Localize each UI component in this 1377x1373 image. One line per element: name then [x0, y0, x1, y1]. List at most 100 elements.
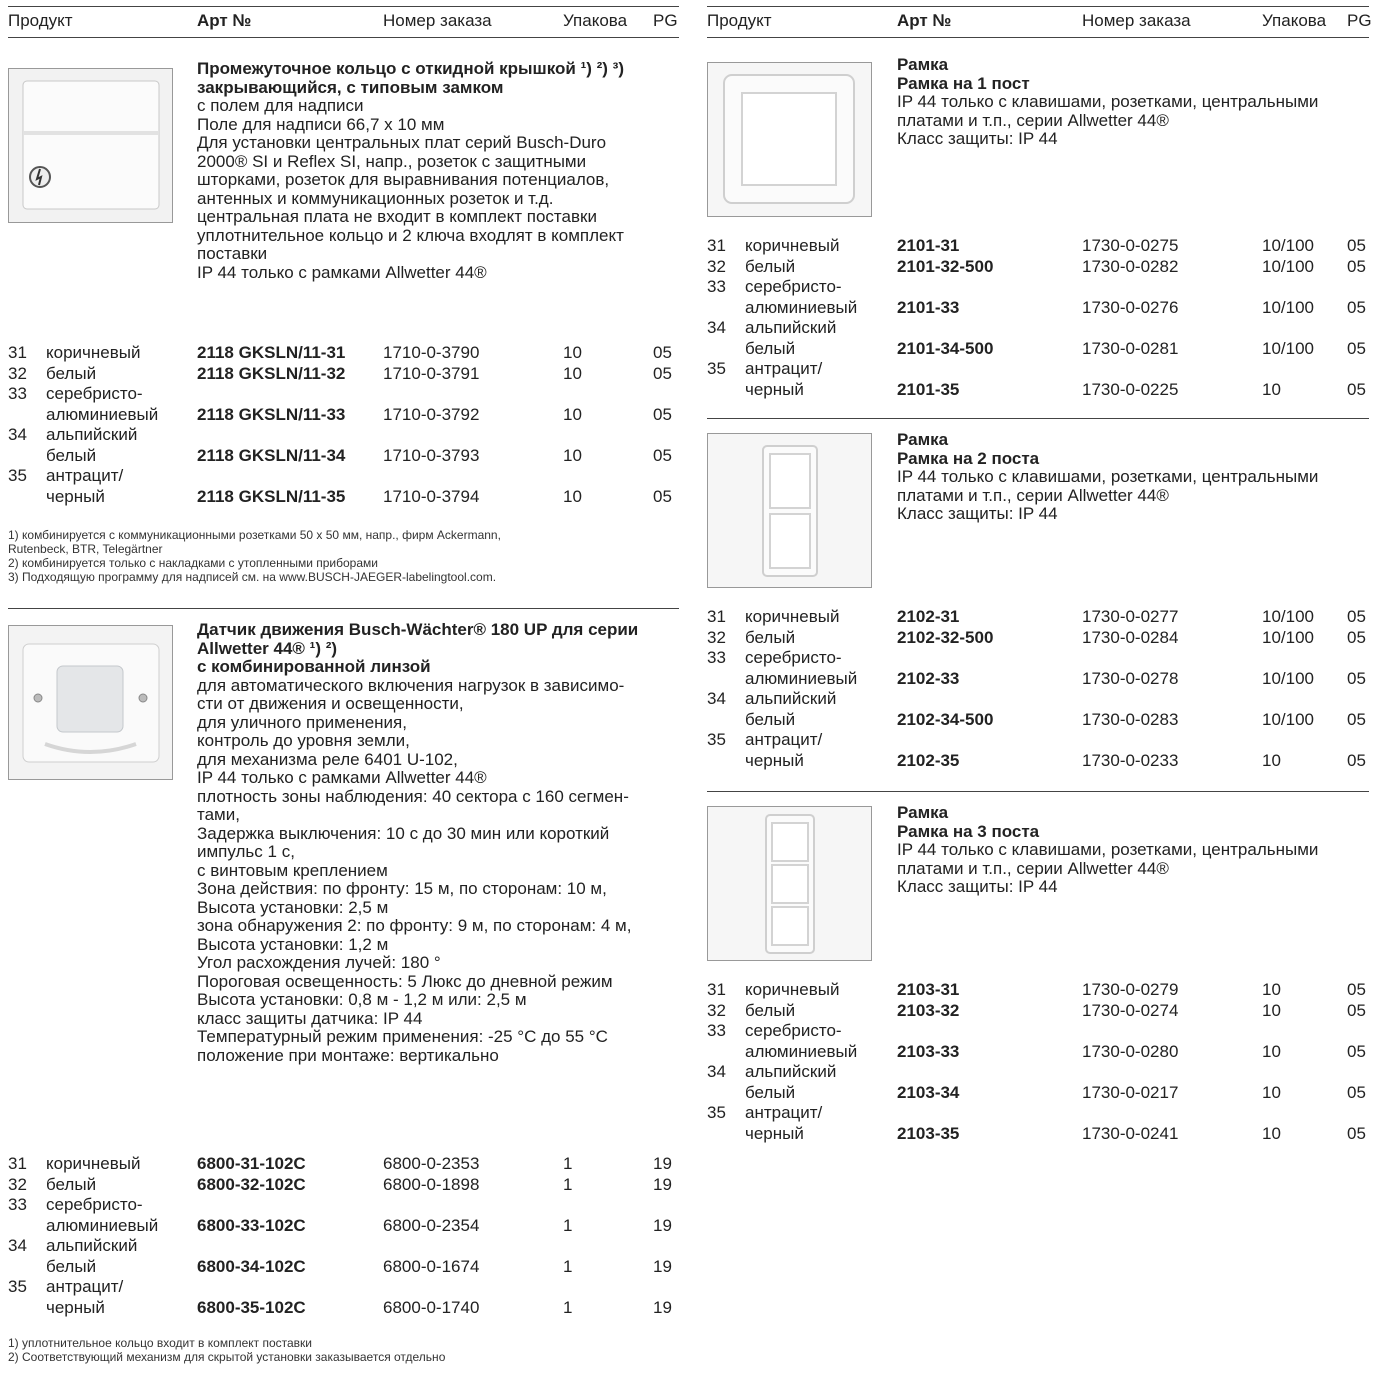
row-pg: 05 — [1347, 607, 1366, 626]
row-num: 35 — [8, 1277, 27, 1296]
row-order: 1730-0-0241 — [1082, 1123, 1179, 1143]
description-ring: Промежуточное кольцо с откидной крышкой … — [197, 59, 624, 282]
row-num: 33 — [707, 277, 726, 296]
table-row: 35 антрацит/ черный 6800-35-102C 6800-0-… — [8, 1277, 679, 1318]
row-art: 2101-32-500 — [897, 256, 994, 276]
row-art: 2118 GKSLN/11-31 — [197, 343, 346, 362]
row-pack: 1 — [563, 1256, 573, 1276]
row-num: 31 — [707, 607, 726, 626]
table-row: 33 серебристо- алюминиевый 2103-33 1730-… — [707, 1021, 1369, 1062]
row-pg: 05 — [653, 404, 672, 424]
row-order: 6800-0-1740 — [383, 1297, 480, 1317]
header-product: Продукт — [8, 11, 73, 30]
ring-cover-icon — [9, 69, 172, 222]
title-line: Промежуточное кольцо с откидной крышкой … — [197, 59, 624, 78]
table-row: 31 коричневый 6800-31-102C 6800-0-2353 1… — [8, 1154, 679, 1175]
desc-line: поставки — [197, 244, 268, 263]
row-pack: 10 — [1262, 980, 1281, 999]
row-pg: 05 — [1347, 256, 1366, 276]
row-pg: 19 — [653, 1256, 672, 1276]
row-art: 2118 GKSLN/11-35 — [197, 486, 346, 506]
row-color-2: черный — [46, 486, 105, 506]
row-order: 1710-0-3792 — [383, 404, 480, 424]
desc-line: с винтовым креплением — [197, 860, 388, 880]
desc-line: Высота установки: 1,2 м — [197, 934, 389, 954]
description-sensor: Датчик движения Busch-Wächter® 180 UP дл… — [197, 620, 638, 1065]
table-row: 31 коричневый 2102-31 1730-0-0277 10/100… — [707, 607, 1369, 628]
table-header: Продукт Арт № Номер заказа Упакова PG — [707, 6, 1372, 38]
row-order: 1730-0-0276 — [1082, 297, 1179, 317]
row-pack: 10/100 — [1262, 338, 1314, 358]
desc-line: Задержка выключения: 10 с до 30 мин или … — [197, 823, 610, 843]
title-line: Рамка — [897, 55, 949, 74]
row-art: 2101-34-500 — [897, 338, 994, 358]
row-art: 2103-33 — [897, 1041, 960, 1061]
row-color-2: алюминиевый — [745, 297, 858, 317]
title-line: Рамка на 2 поста — [897, 448, 1040, 468]
product-section-frame-2: Рамка Рамка на 2 поста IP 44 только с кл… — [707, 418, 1369, 791]
row-pg: 05 — [1347, 1000, 1366, 1020]
product-image-sensor — [8, 625, 173, 780]
desc-line: Поле для надписи 66,7 x 10 мм — [197, 114, 445, 134]
row-art: 6800-35-102C — [197, 1297, 306, 1317]
row-color: коричневый — [745, 236, 840, 255]
row-pack: 10 — [1262, 1000, 1281, 1020]
row-num: 35 — [707, 730, 726, 749]
row-color-2: алюминиевый — [745, 1041, 858, 1061]
title-line: закрывающийся, с типовым замком — [197, 77, 504, 97]
desc-line: IP 44 только с клавишами, розетками, цен… — [897, 92, 1319, 111]
row-pg: 05 — [1347, 709, 1366, 729]
row-art: 2102-32-500 — [897, 627, 994, 647]
row-color: серебристо- — [745, 277, 842, 296]
row-art: 2103-32 — [897, 1000, 960, 1020]
motion-sensor-icon — [9, 626, 172, 779]
desc-line: Класс защиты: IP 44 — [897, 129, 1058, 148]
row-order: 1730-0-0233 — [1082, 750, 1179, 770]
row-color-2: белый — [745, 338, 796, 358]
row-pg: 05 — [1347, 1082, 1366, 1102]
header-art: Арт № — [897, 11, 952, 30]
desc-line: Пороговая освещенность: 5 Люкс до дневно… — [197, 971, 613, 991]
row-pg: 05 — [1347, 627, 1366, 647]
table-row: 33 серебристо- алюминиевый 2102-33 1730-… — [707, 648, 1369, 689]
left-column: Продукт Арт № Номер заказа Упакова PG Пр… — [8, 0, 679, 1369]
row-color-2: черный — [745, 750, 804, 770]
product-section-sensor: Датчик движения Busch-Wächter® 180 UP дл… — [8, 608, 679, 1369]
row-pg: 05 — [1347, 236, 1366, 255]
row-pack: 10/100 — [1262, 668, 1314, 688]
table-row: 32 белый 2102-32-500 1730-0-0284 10/100 … — [707, 628, 1369, 649]
row-order: 1710-0-3790 — [383, 343, 480, 362]
row-pg: 05 — [653, 363, 672, 383]
row-pg: 05 — [1347, 668, 1366, 688]
row-pack: 1 — [563, 1215, 573, 1235]
desc-line: антенных и коммуникационных розеток и т.… — [197, 188, 554, 208]
row-color: белый — [46, 1174, 97, 1194]
row-order: 1730-0-0280 — [1082, 1041, 1179, 1061]
row-art: 2118 GKSLN/11-32 — [197, 363, 346, 383]
row-num: 34 — [8, 425, 27, 444]
row-art: 2101-33 — [897, 297, 960, 317]
row-order: 1730-0-0279 — [1082, 980, 1179, 999]
row-num: 32 — [707, 256, 726, 276]
row-color: белый — [745, 256, 796, 276]
row-color-2: черный — [46, 1297, 105, 1317]
row-pg: 05 — [1347, 750, 1366, 770]
row-pack: 1 — [563, 1154, 573, 1173]
row-color: белый — [46, 363, 97, 383]
title-line: Allwetter 44® ¹) ²) — [197, 638, 338, 658]
row-pg: 05 — [1347, 338, 1366, 358]
row-pack: 10/100 — [1262, 256, 1314, 276]
table-row: 33 серебристо- алюминиевый 2118 GKSLN/11… — [8, 384, 679, 425]
footnote: 2) комбинируется только с накладками с у… — [8, 556, 378, 570]
row-color: антрацит/ — [46, 466, 124, 485]
desc-line: Высота установки: 2,5 м — [197, 897, 389, 917]
desc-line: Угол расхождения лучей: 180 ° — [197, 953, 441, 972]
variant-rows-frame-2: 31 коричневый 2102-31 1730-0-0277 10/100… — [707, 607, 1369, 771]
header-pack: Упакова — [1262, 11, 1327, 30]
row-color-2: белый — [745, 709, 796, 729]
row-num: 33 — [8, 1195, 27, 1214]
desc-line: платами и т.п., серии Allwetter 44® — [897, 485, 1169, 505]
row-order: 6800-0-2353 — [383, 1154, 480, 1173]
row-art: 2102-33 — [897, 668, 960, 688]
title-line: Рамка на 1 пост — [897, 73, 1030, 93]
